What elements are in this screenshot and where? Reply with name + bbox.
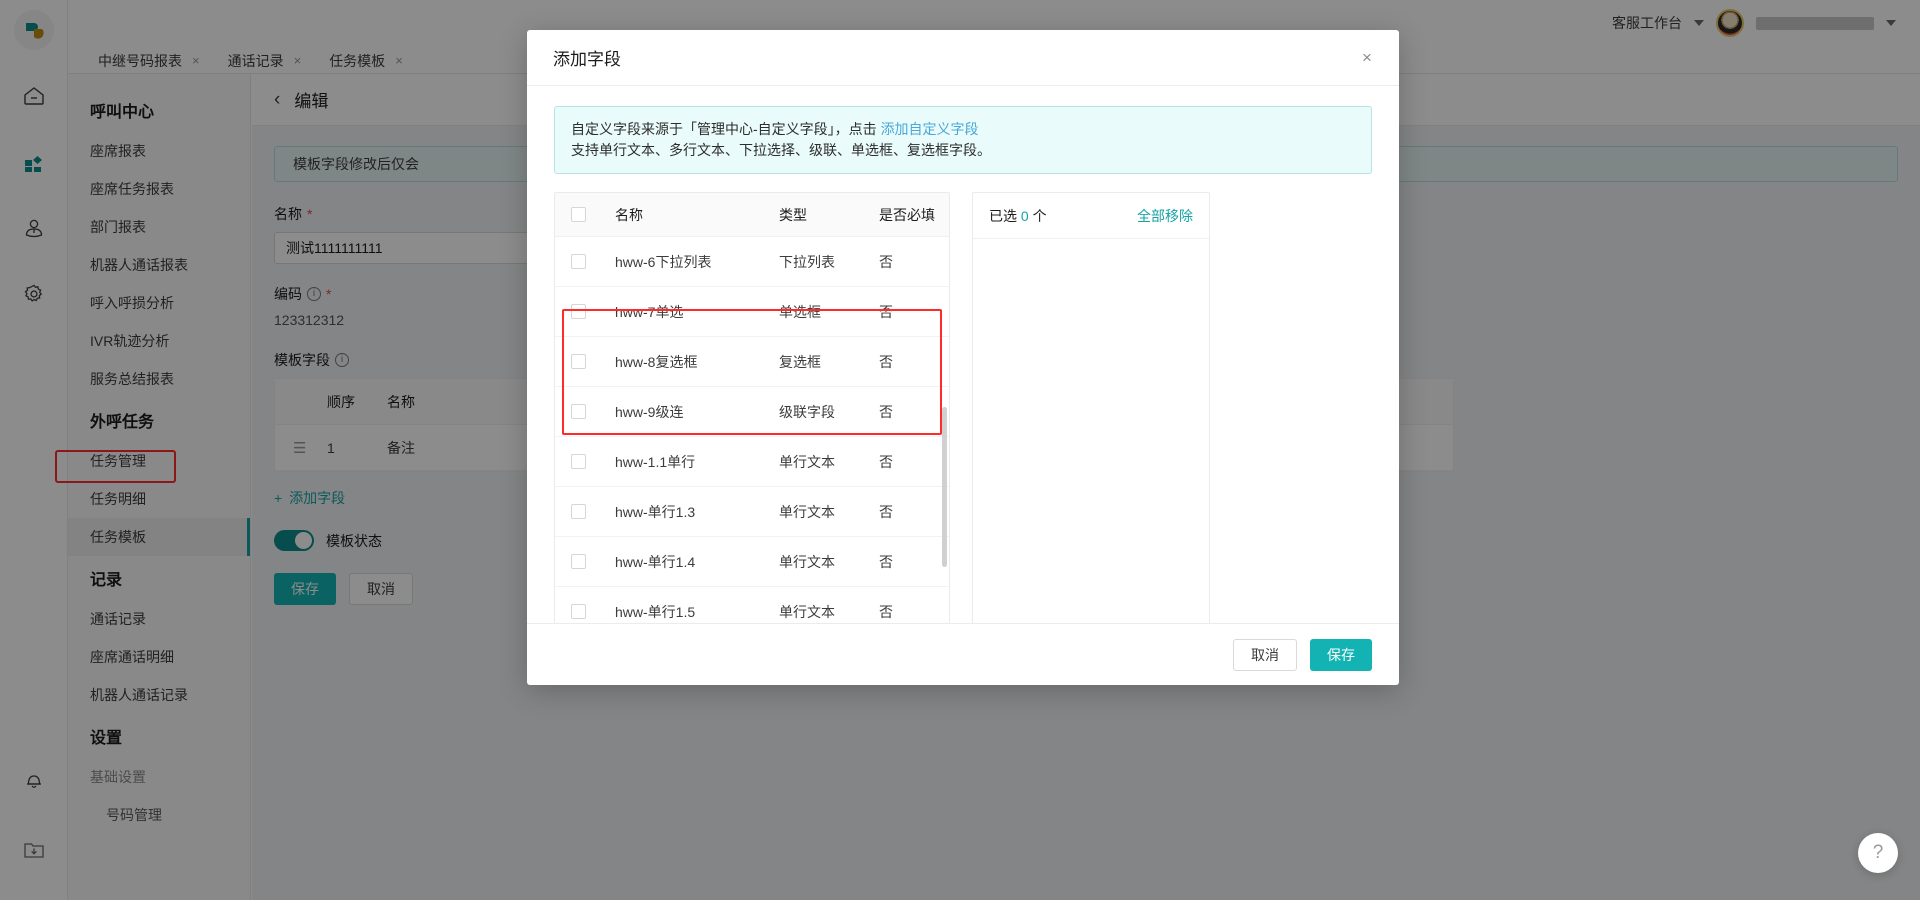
cell-name: hww-1.1单行 bbox=[615, 453, 696, 470]
available-fields-pane: 名称 类型 是否必填 hww-6下拉列表 下拉列表 否 hww-7单选 单选框 … bbox=[554, 192, 950, 623]
cell-type: 级联字段 bbox=[779, 403, 835, 420]
cell-type: 单行文本 bbox=[779, 553, 835, 570]
cell-required: 否 bbox=[879, 353, 893, 370]
col-required-header: 是否必填 bbox=[879, 206, 935, 223]
select-all-cell bbox=[571, 207, 615, 222]
add-field-dialog: 添加字段 × 自定义字段来源于「管理中心-自定义字段」，点击 添加自定义字段 支… bbox=[527, 30, 1399, 685]
cell-type: 单行文本 bbox=[779, 603, 835, 620]
cell-required: 否 bbox=[879, 553, 893, 570]
dialog-save-button[interactable]: 保存 bbox=[1310, 638, 1372, 671]
selected-prefix: 已选 bbox=[989, 207, 1017, 224]
row-checkbox-cell bbox=[571, 504, 615, 519]
list-scroll-area[interactable]: hww-6下拉列表 下拉列表 否 hww-7单选 单选框 否 hww-8复选框 … bbox=[555, 237, 949, 623]
row-checkbox[interactable] bbox=[571, 454, 586, 469]
dialog-header: 添加字段 × bbox=[527, 30, 1399, 86]
selected-list-empty bbox=[973, 239, 1209, 623]
cell-type: 复选框 bbox=[779, 353, 821, 370]
selected-count: 0 bbox=[1020, 207, 1029, 224]
list-item[interactable]: hww-8复选框 复选框 否 bbox=[555, 337, 949, 387]
cell-required: 否 bbox=[879, 253, 893, 270]
cell-name: hww-单行1.5 bbox=[615, 603, 696, 620]
cell-required: 否 bbox=[879, 453, 893, 470]
cell-type: 单行文本 bbox=[779, 503, 835, 520]
cell-type: 下拉列表 bbox=[779, 253, 835, 270]
row-checkbox-cell bbox=[571, 554, 615, 569]
row-checkbox[interactable] bbox=[571, 504, 586, 519]
row-checkbox-cell bbox=[571, 354, 615, 369]
dialog-body: 自定义字段来源于「管理中心-自定义字段」，点击 添加自定义字段 支持单行文本、多… bbox=[527, 86, 1399, 623]
row-checkbox[interactable] bbox=[571, 304, 586, 319]
col-type-header: 类型 bbox=[779, 206, 807, 223]
row-checkbox[interactable] bbox=[571, 554, 586, 569]
close-icon[interactable]: × bbox=[1357, 48, 1377, 68]
app-root: 客服工作台 中继号码报表 × 通话记录 × 任务模板 × 呼叫中心 座席报表 座… bbox=[0, 0, 1920, 900]
row-checkbox-cell bbox=[571, 404, 615, 419]
help-button[interactable]: ? bbox=[1858, 833, 1898, 873]
list-item[interactable]: hww-9级连 级联字段 否 bbox=[555, 387, 949, 437]
add-custom-field-link[interactable]: 添加自定义字段 bbox=[881, 121, 979, 137]
row-checkbox[interactable] bbox=[571, 604, 586, 619]
cell-name: hww-9级连 bbox=[615, 403, 684, 420]
row-checkbox[interactable] bbox=[571, 254, 586, 269]
banner-text-pre: 自定义字段来源于「管理中心-自定义字段」，点击 bbox=[571, 121, 881, 137]
info-banner: 自定义字段来源于「管理中心-自定义字段」，点击 添加自定义字段 支持单行文本、多… bbox=[554, 106, 1372, 174]
list-item[interactable]: hww-6下拉列表 下拉列表 否 bbox=[555, 237, 949, 287]
cell-name: hww-单行1.4 bbox=[615, 553, 696, 570]
row-checkbox[interactable] bbox=[571, 354, 586, 369]
cell-required: 否 bbox=[879, 603, 893, 620]
list-header-row: 名称 类型 是否必填 bbox=[555, 193, 949, 237]
select-all-checkbox[interactable] bbox=[571, 207, 586, 222]
cell-type: 单行文本 bbox=[779, 453, 835, 470]
question-mark-icon: ? bbox=[1872, 842, 1884, 863]
cell-required: 否 bbox=[879, 303, 893, 320]
banner-line-2: 支持单行文本、多行文本、下拉选择、级联、单选框、复选框字段。 bbox=[571, 142, 991, 158]
list-item[interactable]: hww-单行1.5 单行文本 否 bbox=[555, 587, 949, 623]
row-checkbox-cell bbox=[571, 454, 615, 469]
cell-required: 否 bbox=[879, 503, 893, 520]
selected-count-wrap: 已选 0 个 bbox=[989, 206, 1047, 226]
cell-name: hww-6下拉列表 bbox=[615, 253, 712, 270]
cell-required: 否 bbox=[879, 403, 893, 420]
cell-name: hww-单行1.3 bbox=[615, 503, 696, 520]
col-name-header: 名称 bbox=[615, 206, 643, 223]
list-item[interactable]: hww-7单选 单选框 否 bbox=[555, 287, 949, 337]
cell-type: 单选框 bbox=[779, 303, 821, 320]
selected-header: 已选 0 个 全部移除 bbox=[973, 193, 1209, 239]
selected-suffix: 个 bbox=[1032, 207, 1047, 224]
list-scrollbar[interactable] bbox=[942, 407, 947, 567]
selected-fields-pane: 已选 0 个 全部移除 bbox=[972, 192, 1210, 623]
cell-name: hww-8复选框 bbox=[615, 353, 698, 370]
transfer-panes: 名称 类型 是否必填 hww-6下拉列表 下拉列表 否 hww-7单选 单选框 … bbox=[554, 192, 1372, 623]
list-item[interactable]: hww-单行1.4 单行文本 否 bbox=[555, 537, 949, 587]
row-checkbox-cell bbox=[571, 254, 615, 269]
list-item[interactable]: hww-1.1单行 单行文本 否 bbox=[555, 437, 949, 487]
list-item[interactable]: hww-单行1.3 单行文本 否 bbox=[555, 487, 949, 537]
row-checkbox-cell bbox=[571, 604, 615, 619]
dialog-footer: 取消 保存 bbox=[527, 623, 1399, 685]
row-checkbox-cell bbox=[571, 304, 615, 319]
cell-name: hww-7单选 bbox=[615, 303, 684, 320]
remove-all-button[interactable]: 全部移除 bbox=[1137, 206, 1193, 226]
row-checkbox[interactable] bbox=[571, 404, 586, 419]
dialog-title: 添加字段 bbox=[553, 50, 621, 69]
dialog-cancel-button[interactable]: 取消 bbox=[1233, 638, 1297, 671]
banner-line-1: 自定义字段来源于「管理中心-自定义字段」，点击 添加自定义字段 bbox=[571, 119, 1355, 140]
